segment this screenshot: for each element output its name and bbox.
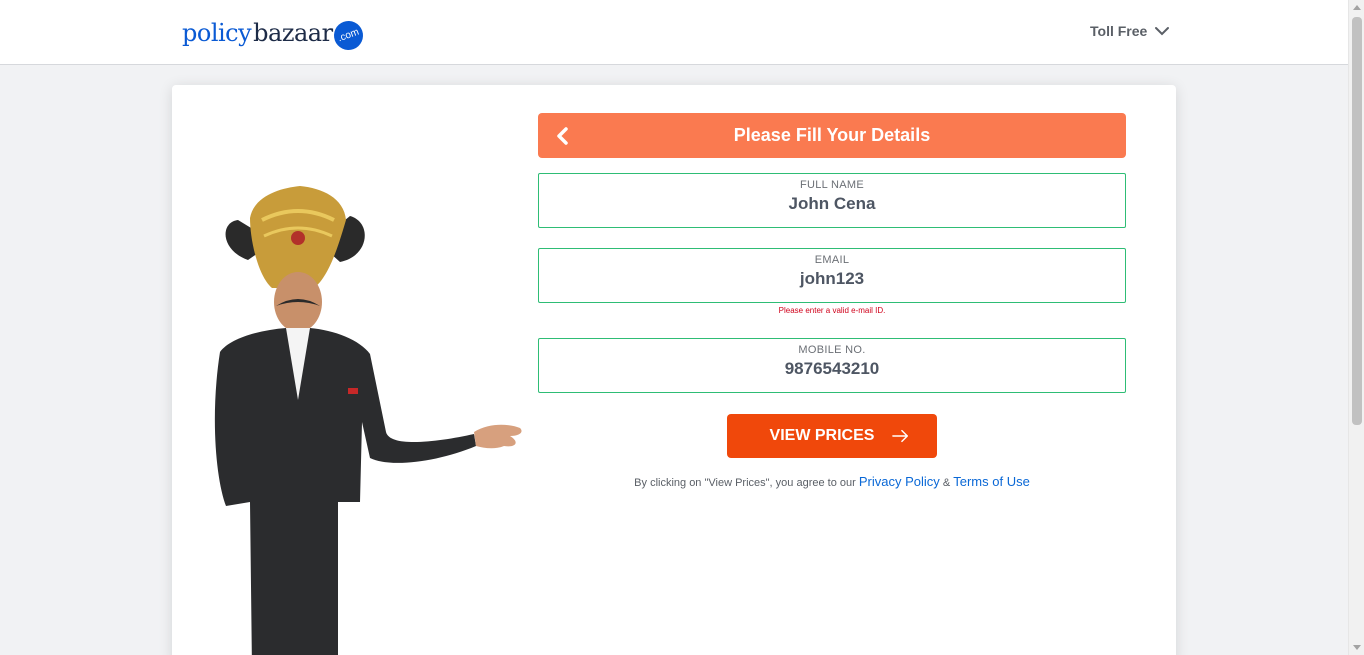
full-name-field[interactable]: FULL NAME (538, 173, 1126, 228)
scroll-down-arrow-icon[interactable] (1353, 645, 1361, 650)
full-name-label: FULL NAME (799, 179, 865, 191)
email-label: EMAIL (814, 254, 850, 266)
policybazaar-logo[interactable]: policy bazaar .com (182, 16, 367, 54)
email-error-message: Please enter a valid e-mail ID. (778, 306, 886, 315)
full-name-input[interactable] (539, 194, 1125, 214)
details-form: Please Fill Your Details FULL NAME EMAIL… (538, 113, 1126, 489)
details-card: Please Fill Your Details FULL NAME EMAIL… (172, 85, 1176, 655)
consent-text: By clicking on "View Prices", you agree … (538, 474, 1126, 489)
mobile-input[interactable] (539, 359, 1125, 379)
logo-bazaar-text: bazaar (253, 19, 333, 47)
mobile-label: MOBILE NO. (798, 344, 866, 356)
page-scrollbar[interactable] (1348, 0, 1364, 655)
email-input[interactable] (539, 269, 1125, 289)
consent-ampersand: & (942, 477, 951, 489)
toll-free-label: Toll Free (1090, 23, 1148, 39)
terms-of-use-link[interactable]: Terms of Use (953, 474, 1030, 489)
consent-prefix: By clicking on "View Prices", you agree … (634, 477, 856, 489)
site-header: policy bazaar .com Toll Free (0, 0, 1348, 65)
privacy-policy-link[interactable]: Privacy Policy (859, 474, 940, 489)
chevron-down-icon (1155, 27, 1170, 36)
arrow-right-icon (892, 429, 909, 443)
email-field[interactable]: EMAIL (538, 248, 1126, 303)
scroll-up-arrow-icon[interactable] (1353, 5, 1361, 10)
form-title: Please Fill Your Details (733, 125, 931, 145)
mobile-field[interactable]: MOBILE NO. (538, 338, 1126, 393)
view-prices-button[interactable]: VIEW PRICES (727, 414, 937, 458)
submit-row: VIEW PRICES (538, 414, 1126, 458)
scroll-thumb[interactable] (1352, 17, 1362, 425)
form-header: Please Fill Your Details (538, 113, 1126, 158)
toll-free-dropdown[interactable]: Toll Free (1090, 20, 1171, 42)
logo-policy-text: policy (182, 19, 252, 47)
logo-com-badge: .com (329, 16, 367, 54)
back-button[interactable] (550, 123, 576, 149)
view-prices-label: VIEW PRICES (769, 427, 875, 444)
mascot-illustration (214, 186, 522, 655)
chevron-left-icon (557, 127, 568, 145)
